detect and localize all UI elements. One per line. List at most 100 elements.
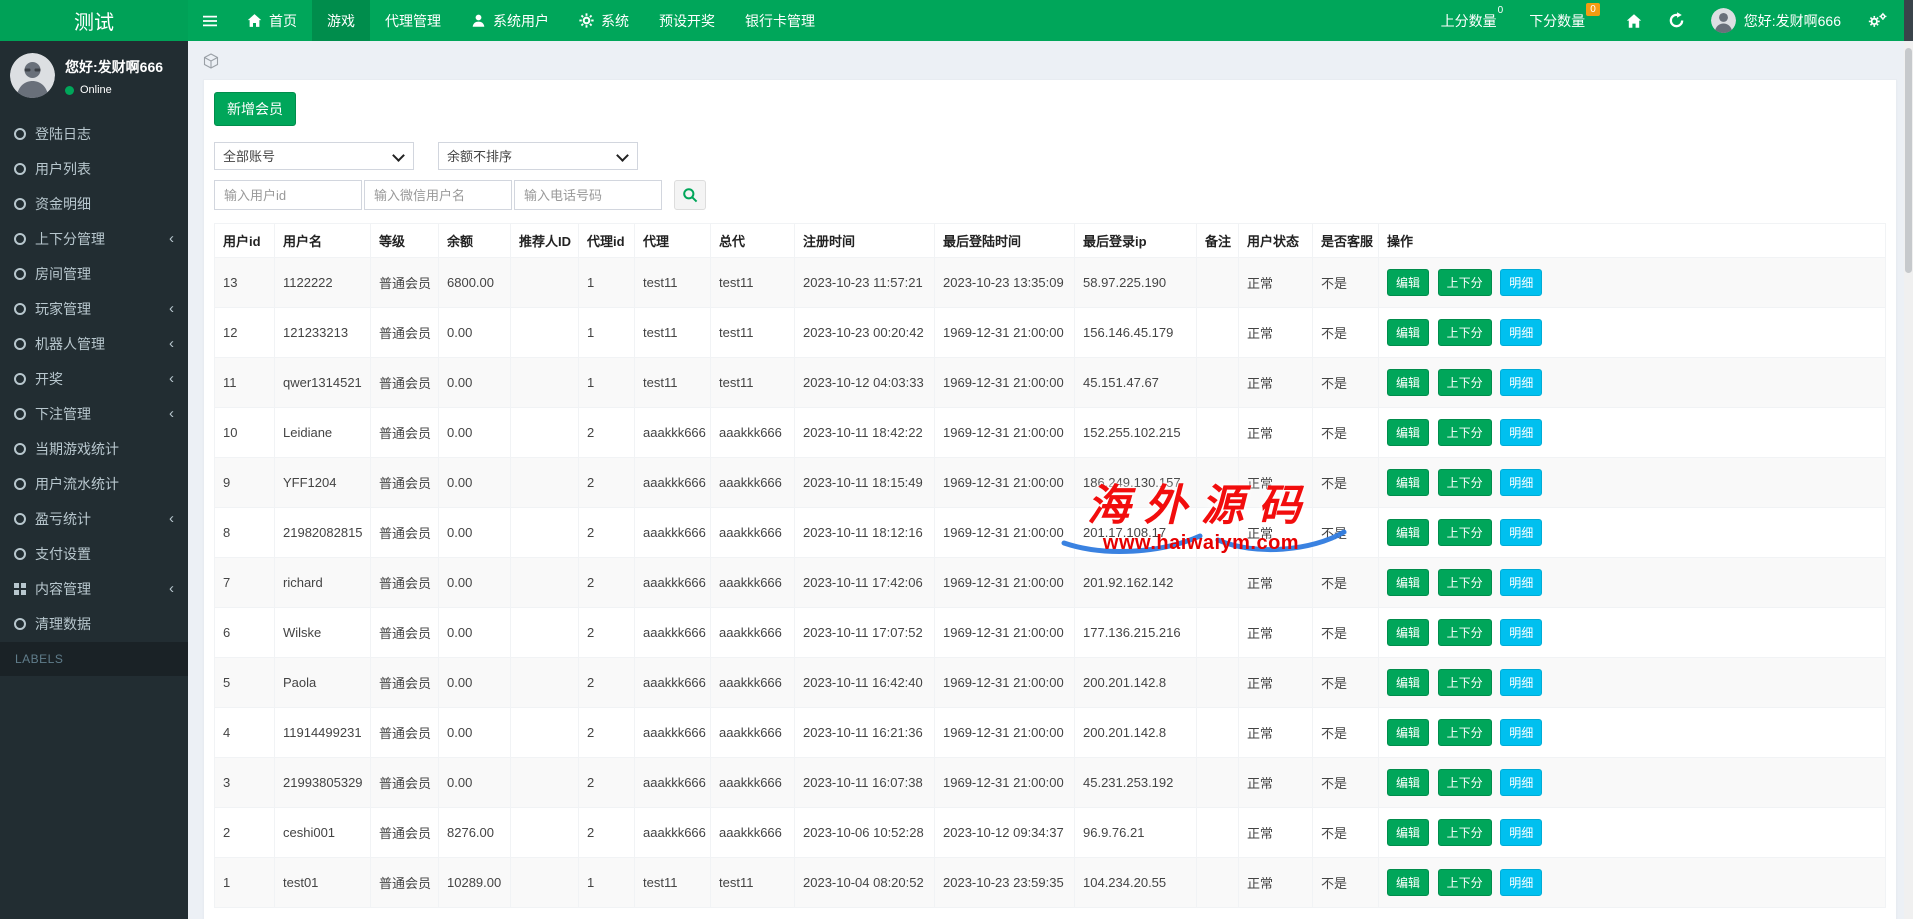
cell-remark: [1197, 458, 1239, 508]
cell-user-id: 13: [215, 258, 275, 308]
user-icon: [471, 13, 486, 28]
chevron-left-icon: ‹: [169, 510, 174, 527]
detail-button[interactable]: 明细: [1500, 419, 1542, 446]
add-member-button[interactable]: 新增会员: [214, 92, 296, 126]
sidebar-item-label: 上下分管理: [35, 229, 105, 249]
nav-item-preset-draw[interactable]: 预设开奖: [644, 0, 730, 41]
detail-button[interactable]: 明细: [1500, 519, 1542, 546]
detail-button[interactable]: 明细: [1500, 319, 1542, 346]
table-row: 7 richard 普通会员 0.00 2 aaakkk666 aaakkk66…: [215, 558, 1886, 608]
cell-reg-time: 2023-10-23 00:20:42: [795, 308, 935, 358]
cell-referrer-id: [511, 858, 579, 908]
cell-reg-time: 2023-10-11 18:42:22: [795, 408, 935, 458]
edit-button[interactable]: 编辑: [1387, 669, 1429, 696]
down-score-count-link[interactable]: 下分数量0: [1529, 11, 1600, 31]
gears-icon: [1867, 12, 1887, 29]
edit-button[interactable]: 编辑: [1387, 469, 1429, 496]
sidebar-item[interactable]: 用户列表 ‹: [0, 151, 188, 186]
edit-button[interactable]: 编辑: [1387, 519, 1429, 546]
sidebar-item-label: 资金明细: [35, 194, 91, 214]
detail-button[interactable]: 明细: [1500, 369, 1542, 396]
sidebar-item[interactable]: 开奖 ‹: [0, 361, 188, 396]
cell-level: 普通会员: [371, 858, 439, 908]
edit-button[interactable]: 编辑: [1387, 769, 1429, 796]
edit-button[interactable]: 编辑: [1387, 269, 1429, 296]
sidebar-item[interactable]: 当期游戏统计 ‹: [0, 431, 188, 466]
detail-button[interactable]: 明细: [1500, 869, 1542, 896]
sidebar-item[interactable]: 支付设置 ‹: [0, 536, 188, 571]
sidebar-item[interactable]: 内容管理 ‹: [0, 571, 188, 606]
updown-score-button[interactable]: 上下分: [1438, 319, 1492, 346]
chevron-left-icon: ‹: [169, 300, 174, 317]
nav-item-game[interactable]: 游戏: [312, 0, 370, 41]
sidebar-item[interactable]: 下注管理 ‹: [0, 396, 188, 431]
updown-score-button[interactable]: 上下分: [1438, 619, 1492, 646]
sidebar-item[interactable]: 盈亏统计 ‹: [0, 501, 188, 536]
detail-button[interactable]: 明细: [1500, 569, 1542, 596]
cell-last-login-time: 2023-10-12 09:34:37: [935, 808, 1075, 858]
user-menu[interactable]: 您好:发财啊666: [1711, 8, 1841, 33]
detail-button[interactable]: 明细: [1500, 819, 1542, 846]
edit-button[interactable]: 编辑: [1387, 569, 1429, 596]
sidebar-item[interactable]: 玩家管理 ‹: [0, 291, 188, 326]
gears-icon-button[interactable]: [1867, 12, 1887, 29]
nav-item-bank-card[interactable]: 银行卡管理: [730, 0, 830, 41]
cell-last-login-time: 1969-12-31 21:00:00: [935, 608, 1075, 658]
sidebar-toggle-button[interactable]: [188, 0, 232, 41]
sidebar-item[interactable]: 机器人管理 ‹: [0, 326, 188, 361]
nav-item-agent[interactable]: 代理管理: [370, 0, 456, 41]
cell-remark: [1197, 558, 1239, 608]
updown-score-button[interactable]: 上下分: [1438, 369, 1492, 396]
scrollbar-thumb[interactable]: [1905, 48, 1912, 273]
cell-actions: 编辑 上下分 明细: [1379, 758, 1886, 808]
account-filter-select[interactable]: 全部账号: [214, 142, 414, 170]
edit-button[interactable]: 编辑: [1387, 319, 1429, 346]
user-id-input[interactable]: [214, 180, 362, 210]
cell-agent-id: 2: [579, 758, 635, 808]
detail-button[interactable]: 明细: [1500, 669, 1542, 696]
refresh-icon-button[interactable]: [1668, 12, 1685, 29]
edit-button[interactable]: 编辑: [1387, 719, 1429, 746]
updown-score-button[interactable]: 上下分: [1438, 469, 1492, 496]
col-reg-time: 注册时间: [795, 224, 935, 258]
sidebar-item[interactable]: 登陆日志 ‹: [0, 116, 188, 151]
sidebar-item[interactable]: 上下分管理 ‹: [0, 221, 188, 256]
sidebar-item[interactable]: 房间管理 ‹: [0, 256, 188, 291]
col-actions: 操作: [1379, 224, 1886, 258]
updown-score-button[interactable]: 上下分: [1438, 419, 1492, 446]
edit-button[interactable]: 编辑: [1387, 369, 1429, 396]
edit-button[interactable]: 编辑: [1387, 819, 1429, 846]
edit-button[interactable]: 编辑: [1387, 869, 1429, 896]
detail-button[interactable]: 明细: [1500, 719, 1542, 746]
nav-item-system[interactable]: 系统: [564, 0, 644, 41]
nav-item-home[interactable]: 首页: [232, 0, 312, 41]
updown-score-button[interactable]: 上下分: [1438, 769, 1492, 796]
updown-score-button[interactable]: 上下分: [1438, 519, 1492, 546]
balance-sort-select[interactable]: 余额不排序: [438, 142, 638, 170]
wechat-name-input[interactable]: [364, 180, 512, 210]
updown-score-button[interactable]: 上下分: [1438, 569, 1492, 596]
up-score-count-link[interactable]: 上分数量0: [1441, 11, 1504, 31]
updown-score-button[interactable]: 上下分: [1438, 719, 1492, 746]
updown-score-button[interactable]: 上下分: [1438, 669, 1492, 696]
cell-user-status: 正常: [1239, 808, 1313, 858]
sidebar-item[interactable]: 资金明细 ‹: [0, 186, 188, 221]
sidebar-item[interactable]: 用户流水统计 ‹: [0, 466, 188, 501]
updown-score-button[interactable]: 上下分: [1438, 869, 1492, 896]
updown-score-button[interactable]: 上下分: [1438, 269, 1492, 296]
detail-button[interactable]: 明细: [1500, 769, 1542, 796]
sidebar-item[interactable]: 清理数据 ‹: [0, 606, 188, 641]
updown-score-button[interactable]: 上下分: [1438, 819, 1492, 846]
detail-button[interactable]: 明细: [1500, 619, 1542, 646]
home-icon-button[interactable]: [1626, 13, 1642, 29]
nav-item-system-user[interactable]: 系统用户: [456, 0, 564, 41]
phone-number-input[interactable]: [514, 180, 662, 210]
detail-button[interactable]: 明细: [1500, 269, 1542, 296]
cell-general-agent: aaakkk666: [711, 508, 795, 558]
cell-general-agent: test11: [711, 358, 795, 408]
search-button[interactable]: [674, 180, 706, 210]
detail-button[interactable]: 明细: [1500, 469, 1542, 496]
cell-general-agent: aaakkk666: [711, 608, 795, 658]
edit-button[interactable]: 编辑: [1387, 619, 1429, 646]
edit-button[interactable]: 编辑: [1387, 419, 1429, 446]
